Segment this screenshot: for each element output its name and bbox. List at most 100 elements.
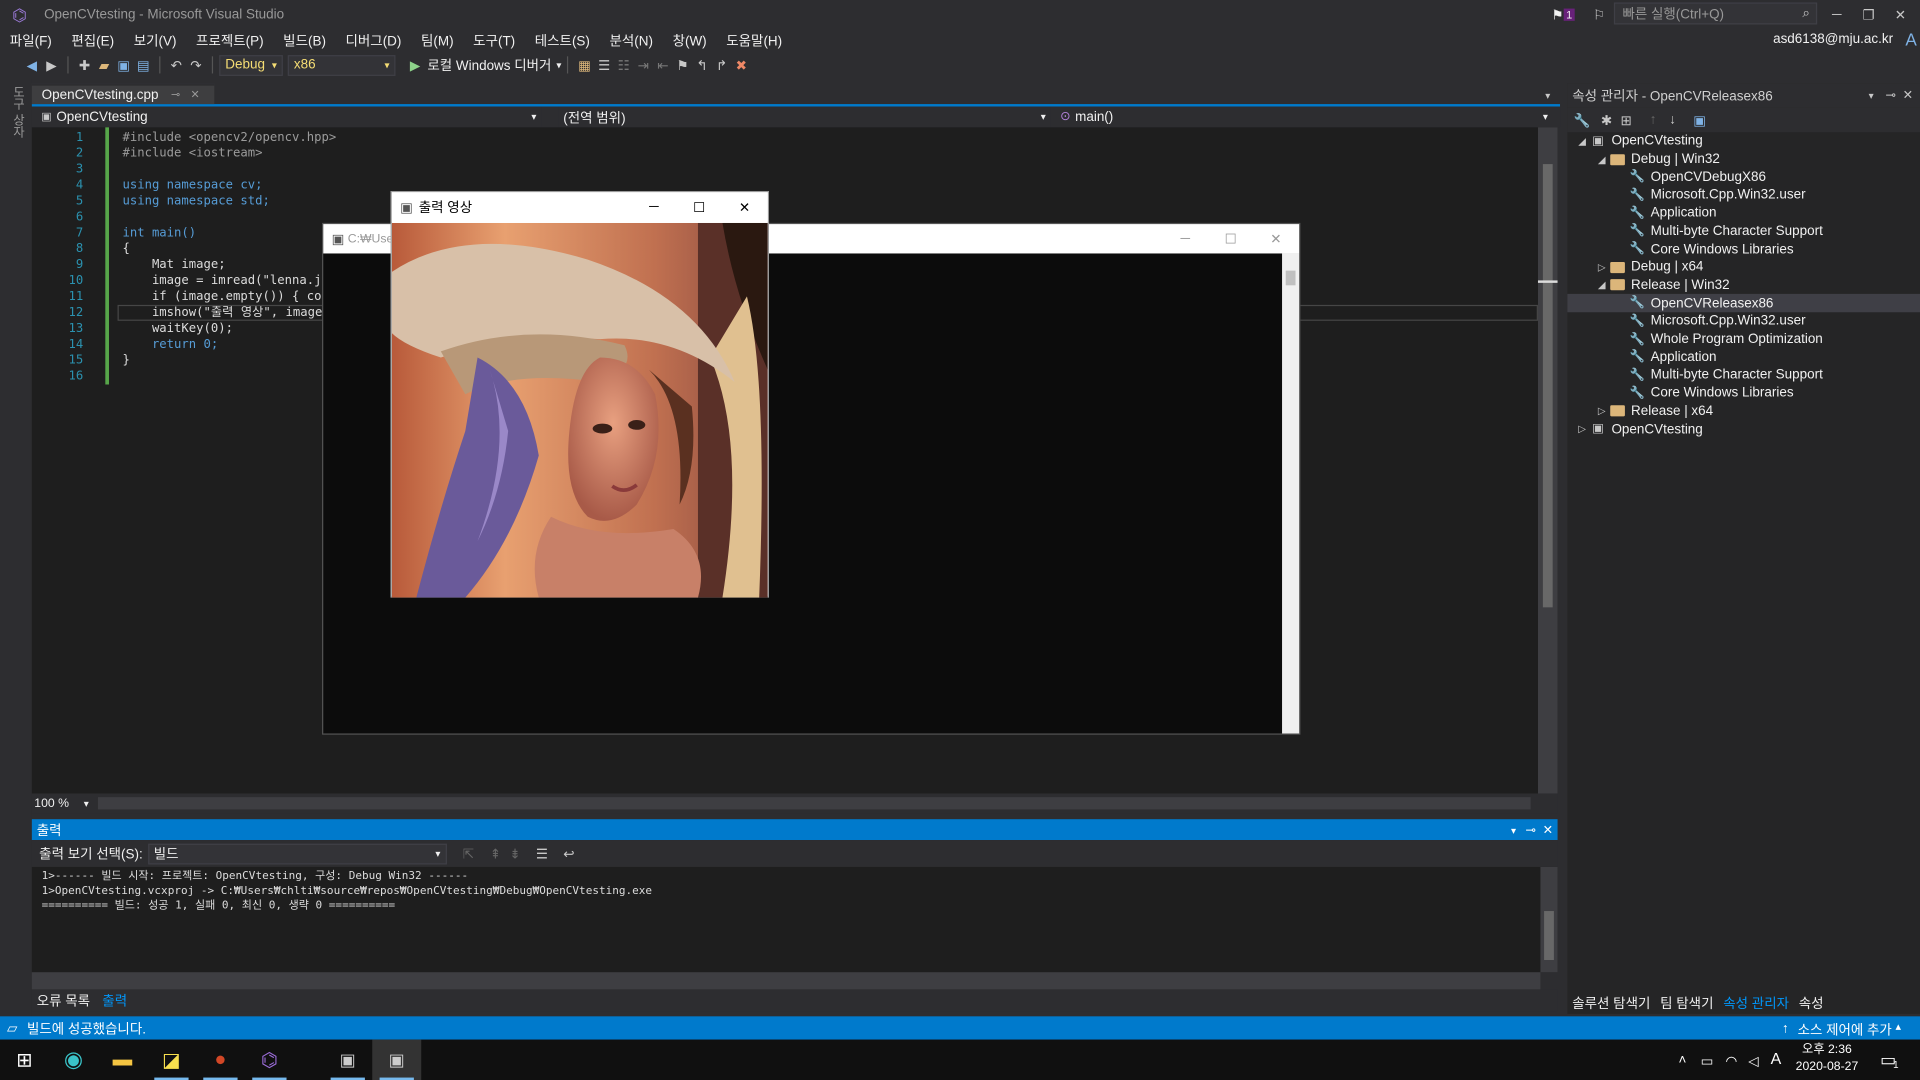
console-scrollbar[interactable] — [1282, 253, 1300, 734]
close-icon[interactable]: ✕ — [1898, 86, 1918, 106]
output-vertical-scrollbar[interactable] — [1540, 866, 1558, 973]
new-project-icon[interactable]: ✚ — [75, 55, 95, 75]
taskbar-app-edge[interactable]: ◉ — [49, 1040, 98, 1080]
property-sheet-item[interactable]: 🔧 Application — [1567, 204, 1920, 222]
property-sheet-item[interactable]: 🔧 Microsoft.Cpp.Win32.user — [1567, 312, 1920, 330]
scrollbar-thumb[interactable] — [1542, 164, 1553, 608]
move-down-icon[interactable]: ↓ — [1663, 110, 1683, 130]
image-window[interactable]: ▣ 출력 영상 ─ ☐ ✕ — [390, 191, 769, 598]
word-wrap-icon[interactable]: ↩ — [559, 844, 579, 864]
save-all-icon[interactable]: ▤ — [133, 55, 153, 75]
platform-select[interactable]: x86 ▾ — [287, 54, 396, 76]
tray-chevron-icon[interactable]: ˄ — [1673, 1051, 1693, 1071]
property-manager-header[interactable]: 속성 관리자 - OpenCVReleasex86 ▾ ⊸ ✕ — [1567, 83, 1920, 108]
property-sheet-item[interactable]: 🔧 Core Windows Libraries — [1567, 240, 1920, 258]
menu-project[interactable]: 프로젝트(P) — [196, 31, 264, 51]
menu-edit[interactable]: 편집(E) — [71, 31, 114, 51]
close-icon[interactable]: ✕ — [1891, 5, 1911, 25]
pin-icon[interactable]: ⊸ — [166, 85, 186, 105]
toolbox-strip[interactable]: 도구 상자 — [0, 78, 32, 1022]
tab-opencvtesting-cpp[interactable]: OpenCVtesting.cpp ⊸ ✕ — [31, 83, 215, 105]
menu-view[interactable]: 보기(V) — [134, 31, 177, 51]
prev-bookmark-icon[interactable]: ↰ — [692, 55, 712, 75]
image-window-title-bar[interactable]: ▣ 출력 영상 ─ ☐ ✕ — [391, 192, 768, 222]
expanded-arrow-icon[interactable]: ◢ — [1594, 154, 1609, 165]
start-button[interactable]: ⊞ — [0, 1040, 49, 1080]
tab-dropdown-icon[interactable]: ▾ — [1538, 86, 1558, 106]
add-existing-sheet-icon[interactable]: ⊞ — [1616, 110, 1636, 130]
menu-tools[interactable]: 도구(T) — [473, 31, 515, 51]
taskbar-app-powerpoint[interactable]: ● — [196, 1040, 245, 1080]
comment-icon[interactable]: ☷ — [614, 55, 634, 75]
tab-team-explorer[interactable]: 팀 탐색기 — [1660, 992, 1713, 1012]
project-dropdown[interactable]: ▣ OpenCVtesting ▾ — [31, 106, 542, 128]
clear-bookmarks-icon[interactable]: ✖ — [731, 55, 751, 75]
scope-dropdown[interactable]: (전역 범위) ▾ — [558, 106, 1051, 128]
menu-help[interactable]: 도움말(H) — [726, 31, 782, 51]
vertical-scrollbar[interactable] — [1537, 127, 1558, 794]
property-sheet-item[interactable]: 🔧 Multi-byte Character Support — [1567, 222, 1920, 240]
undo-icon[interactable]: ↶ — [167, 55, 187, 75]
output-text[interactable]: 1>------ 빌드 시작: 프로젝트: OpenCVtesting, 구성:… — [31, 866, 1558, 973]
feedback-icon[interactable]: ⚐ — [1589, 5, 1609, 25]
clock[interactable]: 오후 2:36 2020-08-27 — [1788, 1042, 1866, 1076]
configuration-node[interactable]: ▷ Debug | x64 — [1567, 258, 1920, 276]
tab-properties[interactable]: 속성 — [1799, 992, 1824, 1012]
property-sheet-item[interactable]: 🔧 OpenCVDebugX86 — [1567, 168, 1920, 186]
save-icon[interactable]: ▣ — [114, 55, 134, 75]
outdent-icon[interactable]: ⇤ — [653, 55, 673, 75]
menu-file[interactable]: 파일(F) — [10, 31, 52, 51]
configuration-select[interactable]: Debug ▾ — [219, 54, 283, 76]
expanded-arrow-icon[interactable]: ◢ — [1575, 136, 1590, 147]
member-dropdown[interactable]: ⊙ main() ▾ — [1050, 106, 1553, 128]
toolbox-label[interactable]: 도구 상자 — [7, 86, 25, 138]
configuration-node[interactable]: ◢ Release | Win32 — [1567, 276, 1920, 294]
taskbar-app-visual-studio[interactable]: ⌬ — [245, 1040, 294, 1080]
minimize-icon[interactable]: ─ — [1176, 229, 1196, 249]
configuration-node[interactable]: ▷ Release | x64 — [1567, 402, 1920, 420]
tab-property-manager[interactable]: 속성 관리자 — [1723, 992, 1789, 1012]
close-icon[interactable]: ✕ — [1266, 229, 1286, 249]
format-icon[interactable]: ☰ — [594, 55, 614, 75]
find-in-files-icon[interactable]: ▦ — [575, 55, 595, 75]
menu-analyze[interactable]: 분석(N) — [609, 31, 652, 51]
taskbar-app-sticky-notes[interactable]: ◪ — [147, 1040, 196, 1080]
prev-message-icon[interactable]: ⇞ — [486, 844, 506, 864]
property-sheet-item[interactable]: 🔧 Whole Program Optimization — [1567, 330, 1920, 348]
close-icon[interactable]: ✕ — [735, 197, 755, 217]
redo-icon[interactable]: ↷ — [186, 55, 206, 75]
quick-launch-box[interactable]: 빠른 실행(Ctrl+Q) ⌕ — [1613, 2, 1818, 25]
chevron-down-icon[interactable]: ▾ — [1861, 86, 1881, 106]
bookmark-icon[interactable]: ⚑ — [673, 55, 693, 75]
indent-icon[interactable]: ⇥ — [634, 55, 654, 75]
project-node[interactable]: ◢ ▣ OpenCVtesting — [1567, 132, 1920, 150]
property-sheet-item[interactable]: 🔧 Microsoft.Cpp.Win32.user — [1567, 186, 1920, 204]
back-icon[interactable]: ◀ — [22, 55, 42, 75]
chevron-up-icon[interactable]: ▴ — [1896, 1020, 1902, 1033]
close-icon[interactable]: ✕ — [1538, 820, 1558, 840]
zoom-level[interactable]: 100 % — [34, 797, 69, 810]
forward-icon[interactable]: ▶ — [42, 55, 62, 75]
tab-output[interactable]: 출력 — [102, 991, 127, 1011]
minimize-icon[interactable]: ─ — [644, 197, 664, 217]
taskbar-app-image-window[interactable]: ▣ — [372, 1039, 422, 1080]
account-name[interactable]: asd6138@mju.ac.kr — [1773, 32, 1893, 47]
menu-build[interactable]: 빌드(B) — [283, 31, 326, 51]
start-debugger-button[interactable]: ▶ 로컬 Windows 디버거 ▾ — [405, 55, 561, 75]
minimize-icon[interactable]: ─ — [1827, 5, 1847, 25]
properties-icon[interactable]: 🔧 — [1572, 110, 1592, 130]
close-tab-icon[interactable]: ✕ — [185, 85, 205, 105]
tab-error-list[interactable]: 오류 목록 — [37, 991, 90, 1011]
property-sheet-item[interactable]: 🔧 OpenCVReleasex86 — [1567, 294, 1920, 313]
collapsed-arrow-icon[interactable]: ▷ — [1594, 406, 1609, 417]
menu-test[interactable]: 테스트(S) — [535, 31, 590, 51]
battery-icon[interactable]: ▭ — [1697, 1051, 1717, 1071]
output-horizontal-scrollbar[interactable] — [31, 972, 1541, 990]
property-sheet-item[interactable]: 🔧 Application — [1567, 348, 1920, 366]
collapsed-arrow-icon[interactable]: ▷ — [1594, 262, 1609, 273]
chevron-down-icon[interactable]: ▾ — [84, 798, 89, 809]
menu-team[interactable]: 팀(M) — [421, 31, 454, 51]
output-source-select[interactable]: 빌드 ▾ — [147, 843, 447, 864]
ime-indicator[interactable]: A — [1771, 1049, 1782, 1067]
collapsed-arrow-icon[interactable]: ▷ — [1575, 424, 1590, 435]
